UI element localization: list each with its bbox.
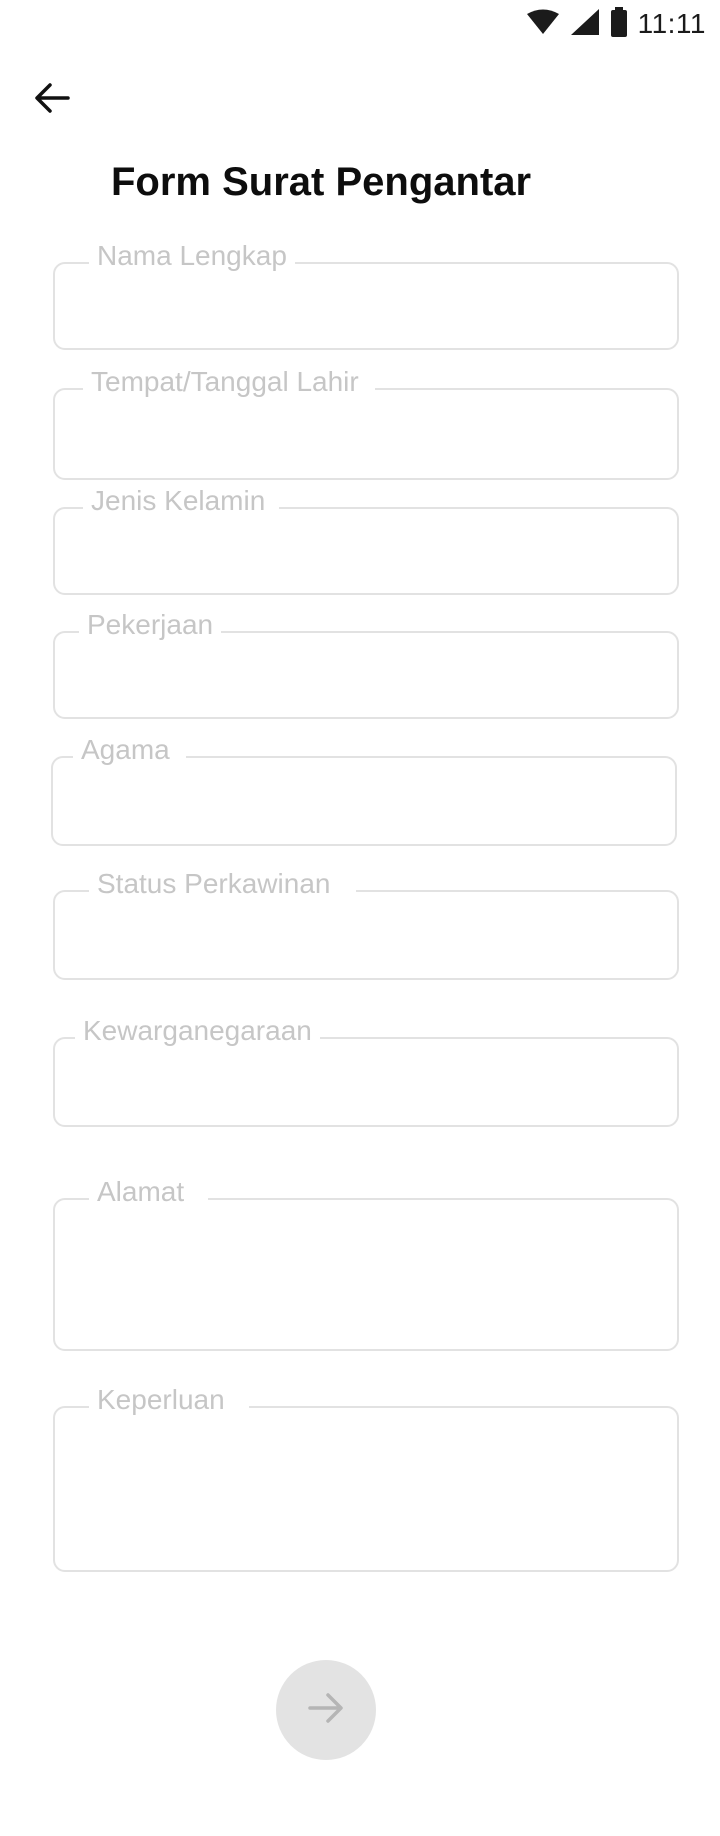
arrow-right-icon xyxy=(308,1692,344,1729)
keperluan-input[interactable] xyxy=(55,1408,677,1570)
jenis-kelamin-input[interactable] xyxy=(55,509,677,593)
field-jenis-kelamin: Jenis Kelamin xyxy=(53,485,679,595)
field-keperluan: Keperluan xyxy=(53,1384,679,1572)
wifi-icon xyxy=(526,9,560,40)
field-nama-lengkap: Nama Lengkap xyxy=(53,240,679,350)
page-title: Form Surat Pengantar xyxy=(111,160,532,204)
status-time: 11:11 xyxy=(637,8,706,39)
kewarganegaraan-input[interactable] xyxy=(55,1039,677,1125)
tempat-tanggal-lahir-input[interactable] xyxy=(55,390,677,478)
status-bar: 11:11 xyxy=(0,0,720,48)
alamat-input[interactable] xyxy=(55,1200,677,1349)
field-alamat: Alamat xyxy=(53,1176,679,1351)
battery-icon xyxy=(610,6,628,42)
back-button[interactable] xyxy=(30,78,74,122)
pekerjaan-input[interactable] xyxy=(55,633,677,717)
arrow-left-icon xyxy=(34,82,70,119)
status-perkawinan-input[interactable] xyxy=(55,892,677,978)
field-agama: Agama xyxy=(51,734,677,846)
field-kewarganegaraan: Kewarganegaraan xyxy=(53,1015,679,1127)
field-tempat-tanggal-lahir: Tempat/Tanggal Lahir xyxy=(53,366,679,480)
agama-input[interactable] xyxy=(53,758,675,844)
status-icons: 11:11 xyxy=(526,6,706,42)
signal-icon xyxy=(570,8,600,41)
nama-lengkap-input[interactable] xyxy=(55,264,677,348)
field-status-perkawinan: Status Perkawinan xyxy=(53,868,679,980)
next-button[interactable] xyxy=(276,1660,376,1760)
field-pekerjaan: Pekerjaan xyxy=(53,609,679,719)
